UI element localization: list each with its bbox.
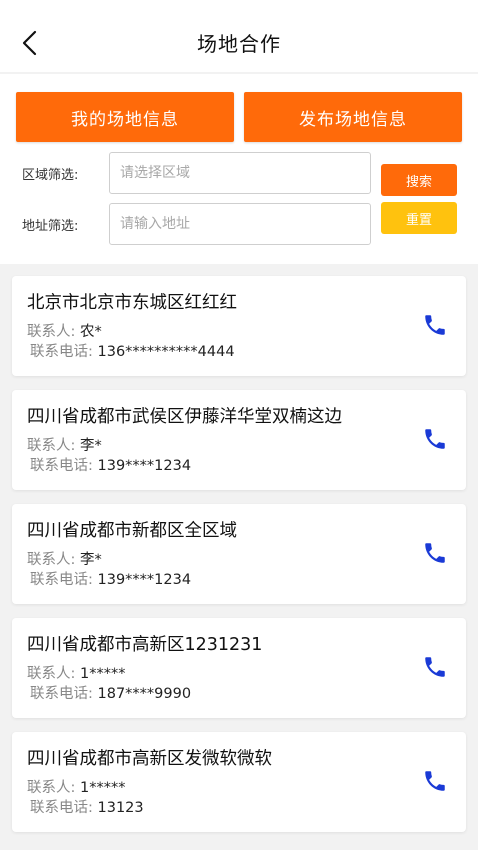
contact-line: 联系人: 李*: [27, 548, 102, 569]
contact-label: 联系人:: [27, 552, 76, 568]
contact-name: 1*****: [80, 780, 126, 796]
address-input[interactable]: [109, 203, 371, 245]
venue-card[interactable]: 四川省成都市武侯区伊藤洋华堂双楠这边 联系人: 李* 联系电话: 139****…: [12, 390, 466, 490]
phone-icon: [425, 543, 445, 563]
venue-title: 四川省成都市高新区1231231: [27, 635, 263, 655]
contact-name: 李*: [80, 552, 102, 568]
venue-card[interactable]: 四川省成都市高新区发微软微软 联系人: 1***** 联系电话: 13123: [12, 732, 466, 832]
phone-line: 联系电话: 139****1234: [30, 454, 191, 475]
phone-label: 联系电话:: [30, 344, 93, 360]
call-button[interactable]: [420, 424, 450, 454]
venue-title: 四川省成都市高新区发微软微软: [27, 749, 272, 769]
phone-label: 联系电话:: [30, 686, 93, 702]
phone-number: 139****1234: [97, 458, 192, 474]
call-button[interactable]: [420, 652, 450, 682]
call-button[interactable]: [420, 310, 450, 340]
venue-card[interactable]: 北京市北京市东城区红红红 联系人: 农* 联系电话: 136**********…: [12, 276, 466, 376]
phone-icon: [425, 429, 445, 449]
contact-line: 联系人: 1*****: [27, 776, 125, 797]
venue-title: 北京市北京市东城区红红红: [27, 293, 237, 313]
phone-label: 联系电话:: [30, 458, 93, 474]
reset-button[interactable]: 重置: [381, 202, 457, 234]
phone-icon: [425, 315, 445, 335]
search-button[interactable]: 搜索: [381, 164, 457, 196]
venue-title: 四川省成都市武侯区伊藤洋华堂双楠这边: [27, 407, 342, 427]
phone-line: 联系电话: 187****9990: [30, 682, 191, 703]
phone-label: 联系电话:: [30, 800, 93, 816]
phone-icon: [425, 657, 445, 677]
phone-number: 13123: [97, 800, 144, 816]
contact-line: 联系人: 1*****: [27, 662, 125, 683]
page-title: 场地合作: [197, 32, 281, 56]
phone-number: 136**********4444: [97, 344, 235, 360]
contact-label: 联系人:: [27, 780, 76, 796]
venue-card[interactable]: 四川省成都市新都区全区域 联系人: 李* 联系电话: 139****1234: [12, 504, 466, 604]
phone-number: 139****1234: [97, 572, 192, 588]
phone-icon: [425, 771, 445, 791]
contact-label: 联系人:: [27, 438, 76, 454]
my-venue-button[interactable]: 我的场地信息: [16, 92, 234, 142]
phone-line: 联系电话: 13123: [30, 796, 144, 817]
filter-panel: 我的场地信息 发布场地信息 区域筛选: 地址筛选: 搜索 重置: [0, 74, 478, 264]
contact-name: 1*****: [80, 666, 126, 682]
contact-line: 联系人: 农*: [27, 320, 102, 341]
phone-line: 联系电话: 136**********4444: [30, 340, 235, 361]
publish-venue-button[interactable]: 发布场地信息: [244, 92, 462, 142]
call-button[interactable]: [420, 766, 450, 796]
venue-card[interactable]: 四川省成都市高新区1231231 联系人: 1***** 联系电话: 187**…: [12, 618, 466, 718]
call-button[interactable]: [420, 538, 450, 568]
address-filter-label: 地址筛选:: [22, 219, 79, 234]
phone-number: 187****9990: [97, 686, 192, 702]
contact-label: 联系人:: [27, 666, 76, 682]
venue-title: 四川省成都市新都区全区域: [27, 521, 237, 541]
region-select[interactable]: [109, 152, 371, 194]
region-filter-label: 区域筛选:: [22, 168, 79, 183]
contact-name: 李*: [80, 438, 102, 454]
phone-label: 联系电话:: [30, 572, 93, 588]
phone-line: 联系电话: 139****1234: [30, 568, 191, 589]
contact-label: 联系人:: [27, 324, 76, 340]
contact-line: 联系人: 李*: [27, 434, 102, 455]
contact-name: 农*: [80, 324, 102, 340]
header-bar: 场地合作: [0, 0, 478, 72]
